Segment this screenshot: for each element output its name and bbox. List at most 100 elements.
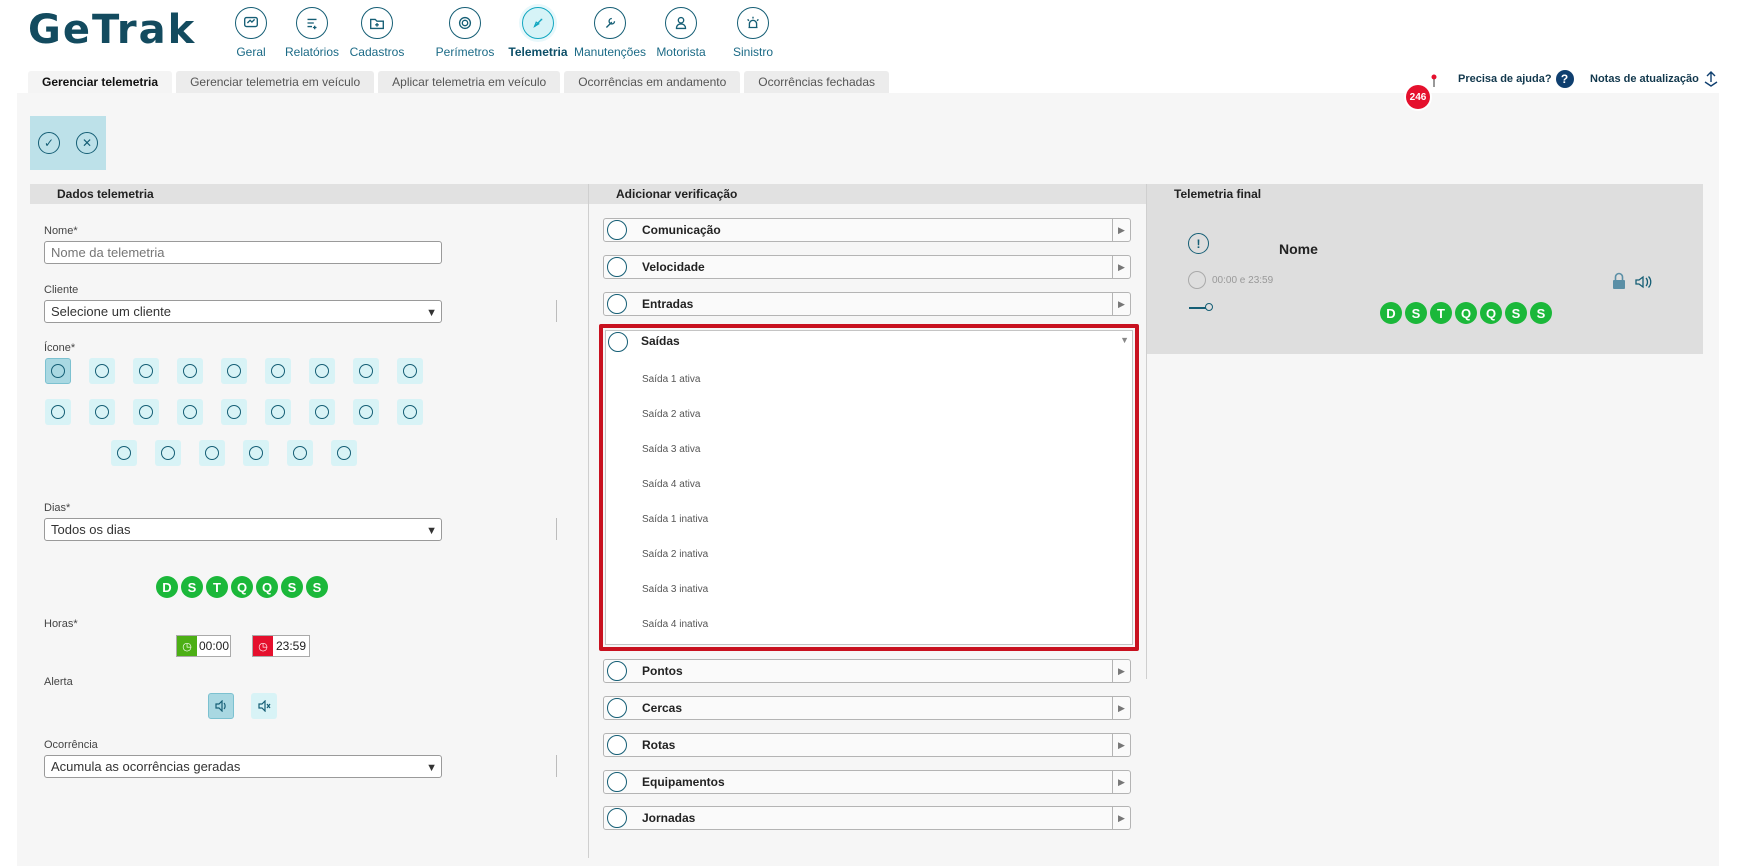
steering-wheel-icon	[607, 808, 627, 828]
tab-gerenciar-telemetria-veiculo[interactable]: Gerenciar telemetria em veículo	[176, 71, 375, 93]
accordion-label: Equipamentos	[642, 775, 725, 789]
confirm-button[interactable]: ✓	[38, 132, 60, 154]
nome-input[interactable]	[44, 241, 442, 264]
dashboard-icon	[235, 7, 267, 39]
list-icon-option[interactable]	[199, 440, 225, 466]
accordion-pontos[interactable]: Pontos ▶	[603, 659, 1131, 683]
tab-ocorrencias-fechadas[interactable]: Ocorrências fechadas	[744, 71, 890, 93]
hora-fim-input[interactable]: ◷ 23:59	[252, 635, 311, 657]
cliente-select[interactable]: Selecione um cliente ▼	[44, 300, 442, 323]
horas-label: Horas*	[44, 618, 78, 630]
gear-icon-option[interactable]	[265, 358, 291, 384]
nav-label: Sinistro	[732, 45, 773, 59]
ocorrencia-value: Acumula as ocorrências geradas	[51, 759, 241, 774]
day-terca[interactable]: T	[206, 576, 228, 598]
chevron-down-icon: ▼	[426, 762, 437, 774]
chat-icon-option[interactable]	[177, 399, 203, 425]
help-link[interactable]: Precisa de ajuda? ?	[1458, 68, 1574, 90]
tab-ocorrencias-andamento[interactable]: Ocorrências em andamento	[564, 71, 741, 93]
unlock-icon-option[interactable]	[133, 358, 159, 384]
getrak-logo[interactable]: GeTrak	[28, 10, 213, 50]
chevron-right-icon: ▶	[1112, 219, 1130, 241]
tab-aplicar-telemetria-veiculo[interactable]: Aplicar telemetria em veículo	[378, 71, 561, 93]
alert-icon: !	[1188, 233, 1209, 254]
final-day: S	[1405, 302, 1427, 324]
day-segunda[interactable]: S	[181, 576, 203, 598]
accordion-velocidade[interactable]: Velocidade ▶	[603, 255, 1131, 279]
accordion-entradas[interactable]: Entradas ▶	[603, 292, 1131, 316]
phone-icon-option[interactable]	[221, 399, 247, 425]
day-quinta[interactable]: Q	[256, 576, 278, 598]
panel-title: Adicionar verificação	[589, 184, 1146, 204]
cancel-button[interactable]: ✕	[76, 132, 98, 154]
user-icon-option[interactable]	[243, 440, 269, 466]
divider	[556, 300, 557, 322]
nav-cadastros[interactable]: Cadastros	[332, 0, 422, 64]
nav-telemetria[interactable]: Telemetria	[498, 0, 578, 64]
updates-link[interactable]: Notas de atualização	[1590, 68, 1719, 90]
eye-icon-option[interactable]	[309, 358, 335, 384]
nav-motorista[interactable]: Motorista	[646, 0, 716, 64]
speedometer-icon-option[interactable]	[45, 399, 71, 425]
lock-icon-option[interactable]	[89, 358, 115, 384]
help-icon: ?	[1555, 70, 1574, 88]
day-sexta[interactable]: S	[281, 576, 303, 598]
sound-on-icon	[1634, 275, 1652, 289]
ocorrencia-select[interactable]: Acumula as ocorrências geradas ▼	[44, 755, 442, 778]
key-icon-option[interactable]	[397, 399, 423, 425]
siren-icon	[737, 7, 769, 39]
menu-icon-option[interactable]	[331, 440, 357, 466]
accordion-label: Pontos	[642, 664, 683, 678]
equipment-icon	[607, 772, 627, 792]
sound-off-icon[interactable]	[251, 693, 277, 719]
nav-label: Motorista	[656, 45, 706, 59]
panel-title: Dados telemetria	[30, 184, 588, 204]
chevron-right-icon: ▶	[1112, 660, 1130, 682]
upload-icon	[1703, 70, 1719, 88]
final-name: Nome	[1279, 241, 1318, 257]
nome-label: Nome*	[44, 225, 78, 237]
nav-manutencoes[interactable]: Manutenções	[572, 0, 648, 64]
day-sabado[interactable]: S	[306, 576, 328, 598]
battery-icon-option[interactable]	[353, 358, 379, 384]
gauge-icon-option[interactable]	[221, 358, 247, 384]
fire-icon-option[interactable]	[89, 399, 115, 425]
nav-perimetros[interactable]: Perímetros	[420, 0, 510, 64]
action-bar: ✓ ✕	[30, 116, 106, 170]
chevron-right-icon: ▶	[1112, 807, 1130, 829]
cliente-label: Cliente	[44, 284, 79, 296]
nav-sinistro[interactable]: Sinistro	[720, 0, 786, 64]
tab-gerenciar-telemetria[interactable]: Gerenciar telemetria	[28, 71, 173, 93]
monitor-icon-option[interactable]	[287, 440, 313, 466]
accordion-equipamentos[interactable]: Equipamentos ▶	[603, 770, 1131, 794]
cliente-value: Selecione um cliente	[51, 304, 171, 319]
chevron-down-icon: ▼	[426, 525, 437, 537]
accordion-jornadas[interactable]: Jornadas ▶	[603, 806, 1131, 830]
day-quarta[interactable]: Q	[231, 576, 253, 598]
day-domingo[interactable]: D	[156, 576, 178, 598]
folder-add-icon	[361, 7, 393, 39]
signal-icon-option[interactable]	[133, 399, 159, 425]
pen-icon-option[interactable]	[309, 399, 335, 425]
alert-icon-option[interactable]	[45, 358, 71, 384]
accordion-cercas[interactable]: Cercas ▶	[603, 696, 1131, 720]
clock-end-icon: ◷	[253, 636, 273, 656]
hora-inicio-input[interactable]: ◷ 00:00	[176, 635, 231, 657]
calendar-icon-option[interactable]	[265, 399, 291, 425]
notification-pin-icon[interactable]	[1430, 74, 1438, 88]
notification-badge[interactable]: 246	[1406, 85, 1430, 109]
dias-select[interactable]: Todos os dias ▼	[44, 518, 442, 541]
mail-icon-option[interactable]	[155, 440, 181, 466]
nav-label: Manutenções	[573, 45, 647, 59]
nav-label: Relatórios	[284, 45, 340, 59]
route-icon	[607, 735, 627, 755]
sound-on-icon[interactable]	[208, 693, 234, 719]
clip-icon-option[interactable]	[111, 440, 137, 466]
accordion-label: Jornadas	[642, 811, 696, 825]
warning-icon-option[interactable]	[177, 358, 203, 384]
accordion-comunicacao[interactable]: Comunicação ▶	[603, 218, 1131, 242]
accordion-rotas[interactable]: Rotas ▶	[603, 733, 1131, 757]
drop-icon-option[interactable]	[353, 399, 379, 425]
alert-icon	[607, 220, 627, 240]
clock-icon-option[interactable]	[397, 358, 423, 384]
